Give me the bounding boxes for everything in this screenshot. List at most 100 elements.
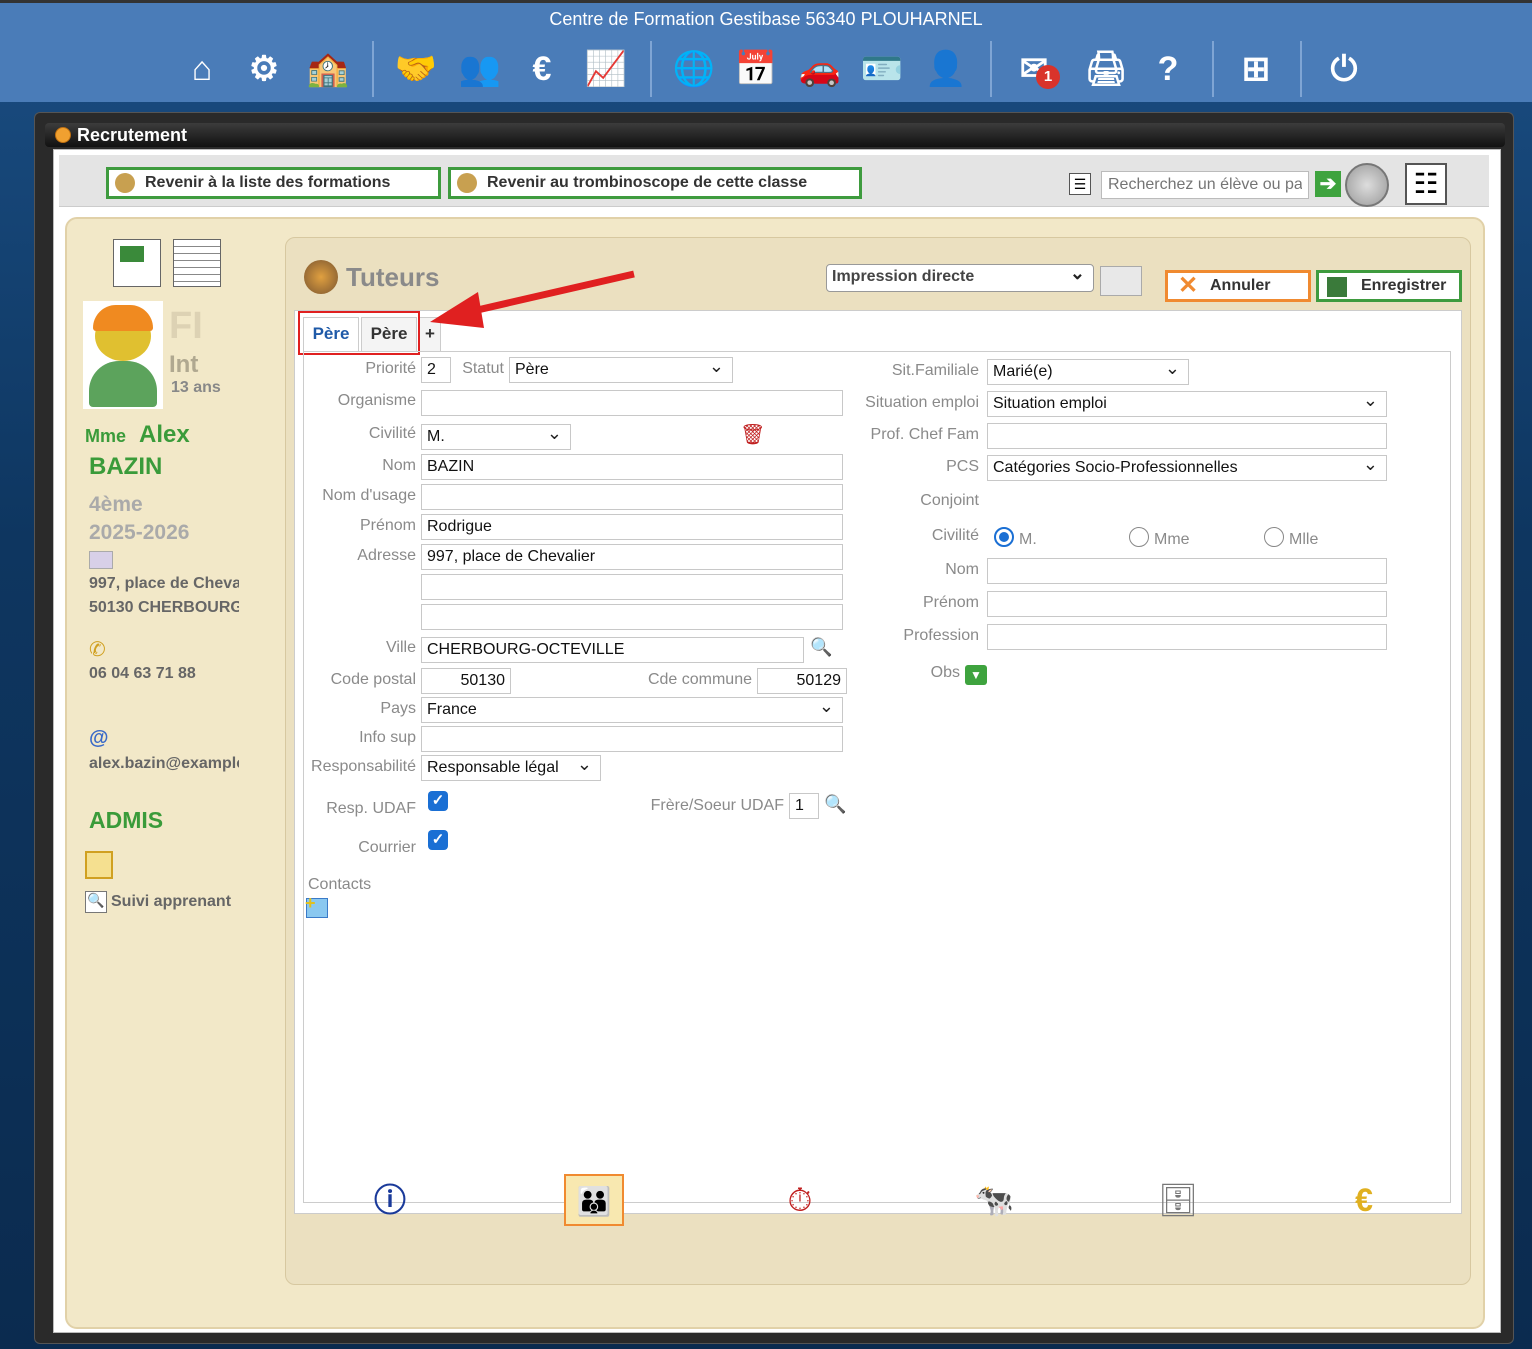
- search-input[interactable]: [1101, 171, 1309, 199]
- toolbar: Revenir à la liste des formations Reveni…: [59, 155, 1489, 207]
- conjoint-civ-mlle-label: Mlle: [1289, 531, 1319, 548]
- info-sup-field[interactable]: [421, 726, 843, 752]
- adresse-line2-field[interactable]: [421, 574, 843, 600]
- sit-familiale-select[interactable]: Marié(e): [987, 359, 1189, 385]
- conjoint-prenom-field[interactable]: [987, 591, 1387, 617]
- prof-chef-fam-field[interactable]: [987, 423, 1387, 449]
- button-label: Enregistrer: [1361, 277, 1447, 294]
- school-icon[interactable]: 🏫: [304, 45, 352, 93]
- separator: [372, 41, 374, 97]
- civilite-select[interactable]: M.: [421, 424, 571, 450]
- priorite-field[interactable]: 2: [421, 357, 451, 383]
- magnifier-icon[interactable]: 🔍: [85, 891, 107, 913]
- label-obs: Obs: [930, 664, 960, 681]
- code-postal-field[interactable]: 50130: [421, 668, 511, 694]
- mail-icon[interactable]: ✉ 1: [1010, 45, 1060, 93]
- button-label: Annuler: [1210, 277, 1271, 294]
- pcs-select[interactable]: Catégories Socio-Professionnelles: [987, 455, 1387, 481]
- pays-select[interactable]: France: [421, 697, 843, 723]
- add-contact-icon[interactable]: +: [305, 893, 328, 918]
- save-button[interactable]: Enregistrer: [1316, 270, 1462, 302]
- responsabilite-select[interactable]: Responsable légal: [421, 755, 601, 781]
- euro-icon[interactable]: €: [518, 45, 566, 93]
- scan-icon[interactable]: [1345, 163, 1389, 207]
- info-icon[interactable]: ⓘ: [360, 1174, 420, 1226]
- conjoint-civ-mme-label: Mme: [1154, 531, 1190, 548]
- label-contacts: Contacts: [308, 876, 372, 893]
- list-icon[interactable]: ☰: [1069, 173, 1091, 195]
- menu-list-icon[interactable]: ☷: [1405, 163, 1447, 205]
- printer-icon[interactable]: 🖨: [1082, 45, 1130, 93]
- label-nom-usage: Nom d'usage: [322, 487, 416, 504]
- search-go-icon[interactable]: ➔: [1315, 171, 1341, 197]
- user-clock-icon[interactable]: 👤: [922, 45, 970, 93]
- rss-icon: [55, 127, 71, 143]
- tree-icon[interactable]: [85, 851, 113, 879]
- separator: [650, 41, 652, 97]
- conjoint-civ-mlle-radio[interactable]: [1264, 527, 1284, 547]
- alert-clock-icon[interactable]: ⏱: [770, 1174, 830, 1226]
- label-conjoint-civilite: Civilité: [931, 527, 979, 544]
- nom-usage-field[interactable]: [421, 484, 843, 510]
- cow-icon[interactable]: 🐄: [964, 1174, 1024, 1226]
- close-icon: ✕: [1178, 272, 1199, 299]
- student-email: alex.bazin@example.com: [89, 755, 239, 772]
- chart-icon[interactable]: 📈: [582, 45, 630, 93]
- prenom-field[interactable]: Rodrigue: [421, 514, 843, 540]
- label-situation-emploi: Situation emploi: [865, 394, 979, 411]
- courrier-checkbox[interactable]: ✓: [428, 830, 448, 850]
- recrutement-window: Recrutement Revenir à la liste des forma…: [34, 112, 1514, 1344]
- car-icon[interactable]: 🚗: [796, 45, 844, 93]
- settings-icon[interactable]: ⚙: [240, 45, 288, 93]
- student-phone: 06 04 63 71 88: [89, 665, 196, 682]
- resp-udaf-checkbox[interactable]: ✓: [428, 791, 448, 811]
- document-icon[interactable]: [173, 239, 221, 287]
- medical-icon[interactable]: ⊞: [1232, 45, 1280, 93]
- id-card-icon[interactable]: 🪪: [858, 45, 906, 93]
- label-courrier: Courrier: [358, 839, 416, 856]
- label-cde-commune: Cde commune: [647, 671, 752, 688]
- nom-field[interactable]: BAZIN: [421, 454, 843, 480]
- tuteurs-icon: [304, 260, 338, 294]
- suivi-apprenant-link[interactable]: Suivi apprenant: [111, 893, 231, 911]
- tutor-fields: Priorité 2 Statut Père Organisme Civilit…: [303, 351, 1451, 1203]
- card-icon[interactable]: [113, 239, 161, 287]
- search-udaf-icon[interactable]: 🔍: [824, 794, 850, 820]
- help-icon[interactable]: ?: [1144, 45, 1192, 93]
- print-mode-select[interactable]: Impression directe: [826, 264, 1094, 292]
- tuteurs-nav-icon[interactable]: 👪: [564, 1174, 624, 1226]
- cancel-button[interactable]: ✕ Annuler: [1165, 270, 1311, 302]
- handshake-icon[interactable]: 🤝: [392, 45, 440, 93]
- conjoint-civ-mme-radio[interactable]: [1129, 527, 1149, 547]
- back-to-trombinoscope-button[interactable]: Revenir au trombinoscope de cette classe: [448, 167, 862, 199]
- globe-icon[interactable]: 🌐: [670, 45, 718, 93]
- tuteurs-panel: Tuteurs Impression directe ✕Annuler Enre…: [285, 237, 1471, 1285]
- delete-tutor-icon[interactable]: 🗑: [740, 422, 765, 446]
- conjoint-nom-field[interactable]: [987, 558, 1387, 584]
- label-conjoint: Conjoint: [920, 492, 979, 509]
- frere-udaf-field[interactable]: 1: [789, 793, 819, 819]
- email-icon: @: [89, 727, 109, 749]
- calendar-icon[interactable]: 📅: [732, 45, 780, 93]
- button-label: Revenir à la liste des formations: [145, 174, 391, 191]
- student-address-line1: 997, place de Chevalier: [89, 575, 239, 592]
- statut-select[interactable]: Père: [509, 357, 733, 383]
- obs-expand-icon[interactable]: ▼: [965, 665, 987, 685]
- users-icon[interactable]: 👥: [456, 45, 504, 93]
- power-icon[interactable]: ⏻: [1320, 45, 1368, 93]
- organisme-field[interactable]: [421, 390, 843, 416]
- home-icon[interactable]: ⌂: [178, 45, 226, 93]
- add-contact-card-icon[interactable]: [1100, 266, 1142, 296]
- cabinet-icon[interactable]: 🗄: [1148, 1174, 1208, 1226]
- ville-field[interactable]: CHERBOURG-OCTEVILLE: [421, 637, 804, 663]
- situation-emploi-select[interactable]: Situation emploi: [987, 391, 1387, 417]
- adresse-line3-field[interactable]: [421, 604, 843, 630]
- back-to-formations-button[interactable]: Revenir à la liste des formations: [106, 167, 441, 199]
- euro-icon[interactable]: €: [1334, 1174, 1394, 1226]
- conjoint-civ-m-radio[interactable]: [994, 527, 1014, 547]
- adresse-line1-field[interactable]: 997, place de Chevalier: [421, 544, 843, 570]
- student-class: 4ème: [89, 493, 143, 516]
- phone-icon: ✆: [89, 639, 106, 661]
- profession-field[interactable]: [987, 624, 1387, 650]
- label-prof-chef-fam: Prof. Chef Fam: [870, 426, 979, 443]
